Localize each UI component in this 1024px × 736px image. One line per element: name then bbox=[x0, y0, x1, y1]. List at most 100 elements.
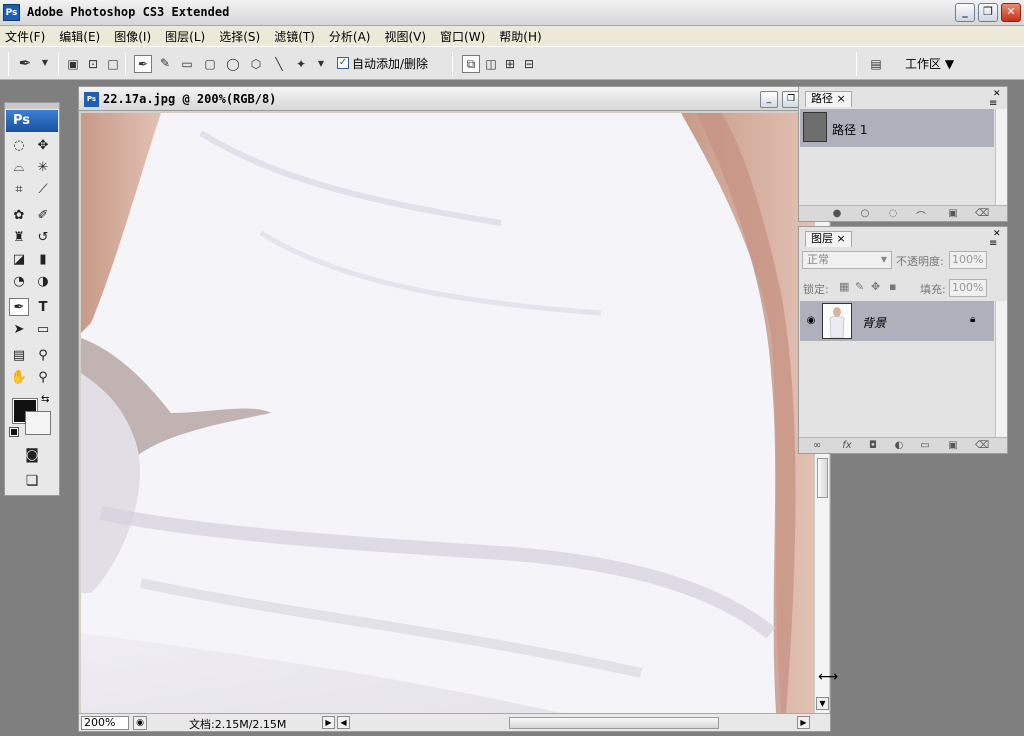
stroke-path-icon[interactable]: ○ bbox=[859, 208, 871, 219]
healing-brush-icon[interactable]: ✿ bbox=[9, 206, 29, 224]
subtract-path-icon[interactable]: ◫ bbox=[484, 57, 498, 71]
horizontal-scroll-thumb[interactable] bbox=[509, 717, 719, 729]
layer-mask-icon[interactable]: ◘ bbox=[867, 440, 879, 451]
eyedropper-icon[interactable]: ⚲ bbox=[33, 346, 53, 364]
link-layers-icon[interactable]: ∞ bbox=[811, 440, 823, 451]
gradient-tool-icon[interactable]: ▮ bbox=[33, 250, 53, 268]
trash-icon[interactable]: ⌫ bbox=[975, 208, 989, 219]
status-arrow-right-icon[interactable]: ▶ bbox=[322, 716, 335, 729]
blend-mode-select[interactable]: 正常 ▼ bbox=[802, 251, 892, 269]
auto-add-delete-checkbox[interactable]: ✓ bbox=[337, 57, 349, 69]
paths-mode-icon[interactable]: ⊡ bbox=[86, 57, 100, 71]
make-work-path-icon[interactable]: ⌒ bbox=[915, 208, 927, 223]
fill-pixels-icon[interactable]: □ bbox=[106, 57, 120, 71]
menu-image[interactable]: 图像(I) bbox=[114, 28, 151, 45]
pen-tool-preset-icon[interactable]: ✒ bbox=[18, 56, 32, 71]
clone-stamp-icon[interactable]: ♜ bbox=[9, 228, 29, 246]
shape-layers-icon[interactable]: ▣ bbox=[66, 57, 80, 71]
history-brush-icon[interactable]: ↺ bbox=[33, 228, 53, 246]
opacity-field[interactable]: 100% bbox=[949, 251, 987, 269]
paths-scrollbar[interactable] bbox=[995, 109, 1007, 205]
workspace-button[interactable]: 工作区 ▼ bbox=[905, 55, 954, 72]
default-colors-icon[interactable] bbox=[9, 427, 19, 437]
freeform-pen-icon[interactable]: ✎ bbox=[158, 56, 172, 70]
panel-menu-icon[interactable]: ≡ bbox=[989, 98, 997, 109]
blur-tool-icon[interactable]: ◔ bbox=[9, 272, 29, 290]
move-tool-icon[interactable]: ✥ bbox=[33, 136, 53, 154]
menu-view[interactable]: 视图(V) bbox=[384, 28, 426, 45]
exclude-path-icon[interactable]: ⊟ bbox=[522, 57, 536, 71]
image-canvas[interactable] bbox=[81, 113, 814, 713]
menu-analysis[interactable]: 分析(A) bbox=[329, 28, 371, 45]
menu-filter[interactable]: 滤镜(T) bbox=[274, 28, 315, 45]
lock-transparency-icon[interactable]: ▦ bbox=[839, 280, 849, 293]
pen-tool-icon[interactable]: ✒ bbox=[134, 55, 152, 73]
menu-select[interactable]: 选择(S) bbox=[219, 28, 260, 45]
chevron-down-icon[interactable]: ▼ bbox=[314, 57, 328, 71]
layer-style-icon[interactable]: fx bbox=[841, 440, 853, 451]
close-tab-icon[interactable]: × bbox=[837, 92, 846, 105]
layers-scrollbar[interactable] bbox=[995, 301, 1007, 437]
marquee-tool-icon[interactable]: ◌ bbox=[9, 136, 29, 154]
intersect-path-icon[interactable]: ⊞ bbox=[503, 57, 517, 71]
close-tab-icon[interactable]: × bbox=[837, 232, 846, 245]
fill-field[interactable]: 100% bbox=[949, 279, 987, 297]
custom-shape-icon[interactable]: ✦ bbox=[294, 57, 308, 71]
minimize-button[interactable]: _ bbox=[955, 3, 975, 22]
new-layer-icon[interactable]: ▣ bbox=[947, 440, 959, 451]
photoshop-app-icon[interactable]: Ps bbox=[3, 4, 20, 21]
trash-icon[interactable]: ⌫ bbox=[975, 440, 989, 451]
zoom-level-field[interactable]: 200% bbox=[81, 716, 129, 730]
lasso-tool-icon[interactable]: ⌓ bbox=[9, 158, 29, 176]
eraser-tool-icon[interactable]: ◪ bbox=[9, 250, 29, 268]
line-icon[interactable]: ╲ bbox=[272, 57, 286, 71]
menu-help[interactable]: 帮助(H) bbox=[499, 28, 541, 45]
status-menu-icon[interactable]: ◉ bbox=[133, 716, 147, 730]
polygon-icon[interactable]: ⬡ bbox=[249, 57, 263, 71]
menu-layer[interactable]: 图层(L) bbox=[165, 28, 205, 45]
lock-all-icon[interactable]: ▪ bbox=[889, 280, 896, 293]
tab-paths[interactable]: 路径 × bbox=[805, 91, 852, 107]
menu-window[interactable]: 窗口(W) bbox=[440, 28, 485, 45]
document-title-bar[interactable]: Ps 22.17a.jpg @ 200%(RGB/8) _ ❐ bbox=[79, 87, 830, 111]
load-selection-icon[interactable]: ◌ bbox=[887, 208, 899, 219]
panel-menu-icon[interactable]: ≡ bbox=[989, 238, 997, 249]
crop-tool-icon[interactable]: ⌗ bbox=[9, 180, 29, 198]
brush-tool-icon[interactable]: ✐ bbox=[33, 206, 53, 224]
doc-minimize-button[interactable]: _ bbox=[760, 91, 778, 108]
chevron-down-icon[interactable]: ▼ bbox=[38, 56, 52, 70]
scroll-down-button[interactable]: ▼ bbox=[816, 697, 829, 710]
menu-file[interactable]: 文件(F) bbox=[5, 28, 45, 45]
swap-colors-icon[interactable]: ⇆ bbox=[41, 394, 49, 405]
lock-image-icon[interactable]: ✎ bbox=[855, 280, 864, 293]
dodge-tool-icon[interactable]: ◑ bbox=[33, 272, 53, 290]
shape-tool-icon[interactable]: ▭ bbox=[33, 320, 53, 338]
adjustment-layer-icon[interactable]: ◐ bbox=[893, 440, 905, 451]
scroll-right-button[interactable]: ▶ bbox=[797, 716, 810, 729]
eye-icon[interactable]: ◉ bbox=[804, 315, 818, 327]
screen-mode-icon[interactable]: ❏ bbox=[22, 472, 42, 490]
layer-row-background[interactable]: ◉ 背景 🔒︎ bbox=[800, 301, 994, 341]
path-row[interactable]: 路径 1 bbox=[800, 109, 994, 147]
zoom-tool-icon[interactable]: ⚲ bbox=[33, 368, 53, 386]
scroll-left-button[interactable]: ◀ bbox=[337, 716, 350, 729]
quick-mask-icon[interactable]: ◙ bbox=[22, 446, 42, 464]
menu-edit[interactable]: 编辑(E) bbox=[59, 28, 100, 45]
hand-tool-icon[interactable]: ✋ bbox=[9, 368, 29, 386]
lock-position-icon[interactable]: ✥ bbox=[871, 280, 880, 293]
tab-layers[interactable]: 图层 × bbox=[805, 231, 852, 247]
background-color-swatch[interactable] bbox=[25, 411, 51, 435]
fill-path-icon[interactable]: ● bbox=[831, 208, 843, 219]
new-group-icon[interactable]: ▭ bbox=[919, 440, 931, 451]
type-tool-icon[interactable]: T bbox=[33, 298, 53, 316]
restore-button[interactable]: ❐ bbox=[978, 3, 998, 22]
pen-tool-icon[interactable]: ✒ bbox=[9, 298, 29, 316]
close-button[interactable]: ✕ bbox=[1001, 3, 1021, 22]
rounded-rectangle-icon[interactable]: ▢ bbox=[203, 57, 217, 71]
magic-wand-icon[interactable]: ✳ bbox=[33, 158, 53, 176]
slice-tool-icon[interactable]: ⟋ bbox=[33, 180, 53, 198]
ellipse-icon[interactable]: ◯ bbox=[226, 57, 240, 71]
toolbox-grip[interactable] bbox=[5, 103, 59, 109]
notes-tool-icon[interactable]: ▤ bbox=[9, 346, 29, 364]
path-selection-icon[interactable]: ➤ bbox=[9, 320, 29, 338]
